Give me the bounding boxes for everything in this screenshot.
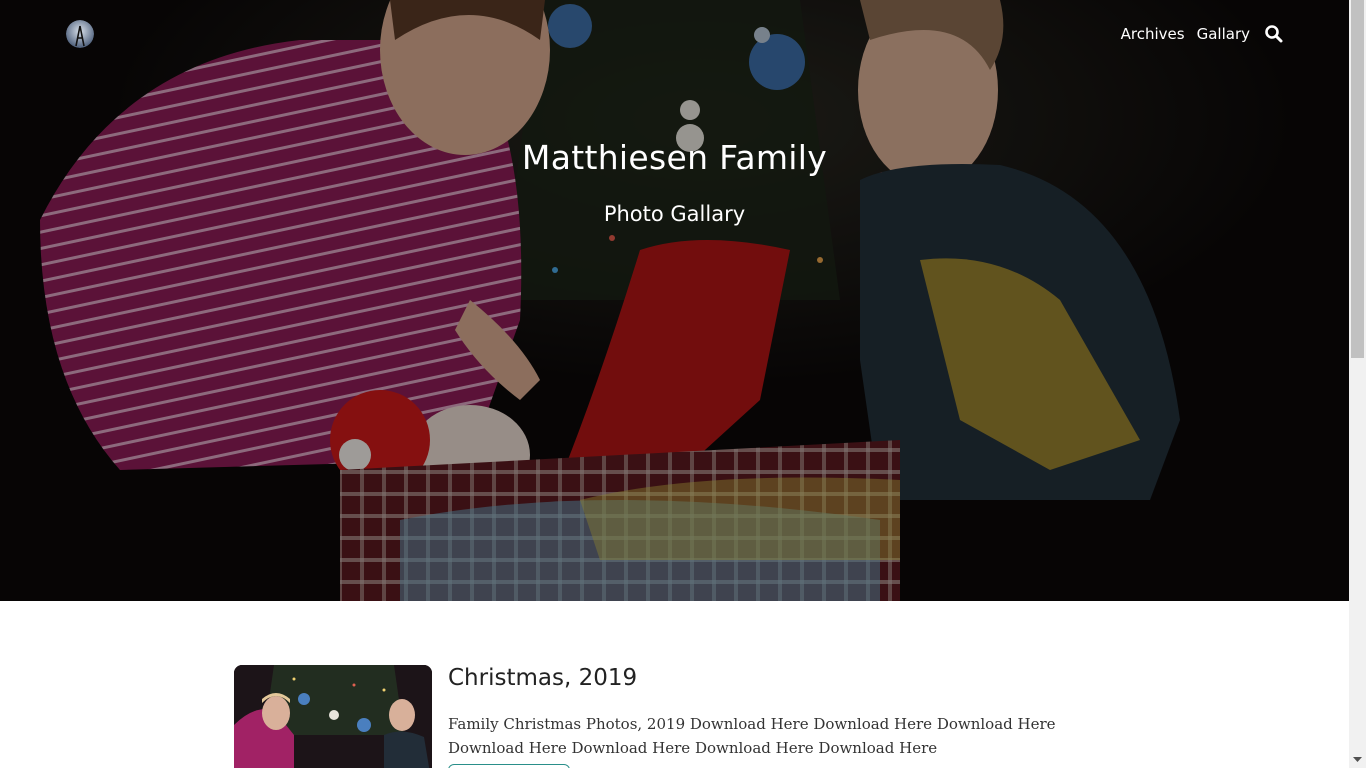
- logo-icon: [66, 20, 94, 48]
- nav-link-gallary[interactable]: Gallary: [1197, 23, 1250, 45]
- post-title[interactable]: Christmas, 2019: [448, 665, 637, 691]
- chevron-down-icon: [1353, 756, 1362, 762]
- nav-link-archives[interactable]: Archives: [1121, 23, 1185, 45]
- page-subtitle: Photo Gallary: [603, 202, 746, 226]
- hero-overlay: [0, 0, 1349, 601]
- scrollbar-thumb[interactable]: [1351, 0, 1364, 358]
- post-excerpt: Family Christmas Photos, 2019 Download H…: [448, 715, 1056, 757]
- page: Archives Gallary Matthiesen Family Photo…: [0, 0, 1366, 768]
- top-nav: Archives Gallary: [1121, 23, 1284, 45]
- search-icon: [1265, 25, 1283, 43]
- page-title: Matthiesen Family: [521, 138, 828, 177]
- site-logo[interactable]: [66, 20, 94, 48]
- nav-search-button[interactable]: [1264, 24, 1284, 44]
- scroll-down-button[interactable]: [1349, 751, 1366, 768]
- post-thumbnail-image: [234, 665, 432, 768]
- post-read-more-button[interactable]: [448, 764, 570, 768]
- post-thumbnail[interactable]: [234, 665, 432, 768]
- hero-banner: Archives Gallary Matthiesen Family Photo…: [0, 0, 1349, 601]
- page-scrollbar[interactable]: [1349, 0, 1366, 768]
